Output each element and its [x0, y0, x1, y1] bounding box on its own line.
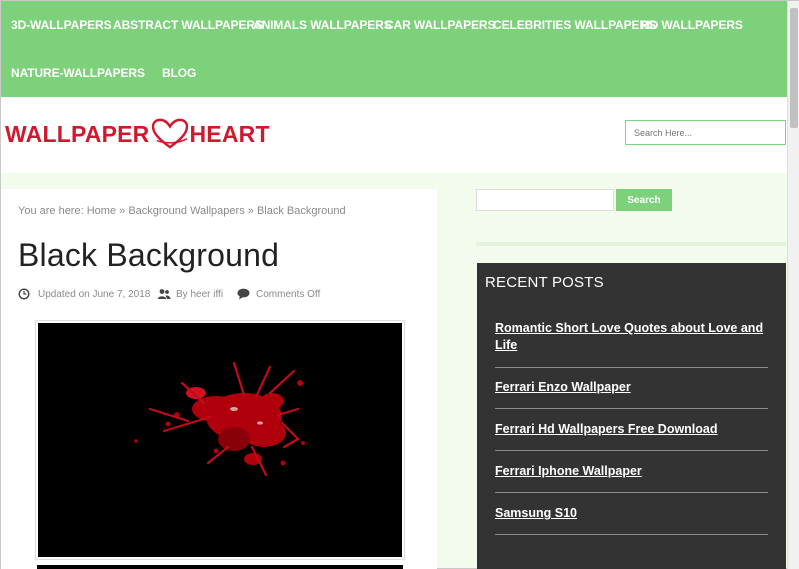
- nav-item-hd-wallpapers[interactable]: HD WALLPAPERS: [641, 18, 743, 32]
- recent-post-link[interactable]: Romantic Short Love Quotes about Love an…: [495, 320, 768, 368]
- post-comments: Comments Off: [256, 289, 321, 300]
- clock-icon: [18, 288, 30, 300]
- nav-item-nature-wallpapers[interactable]: NATURE-WALLPAPERS: [11, 66, 145, 80]
- nav-item-car-wallpapers[interactable]: CAR WALLPAPERS: [385, 18, 495, 32]
- sidebar-divider: [476, 242, 786, 246]
- red-paint-splash-graphic: [134, 361, 305, 477]
- breadcrumb: You are here: Home » Background Wallpape…: [18, 205, 346, 217]
- post-author: By heer iffi: [176, 289, 224, 300]
- main-navigation: 3D-WALLPAPERS ABSTRACT WALLPAPERS ANIMAL…: [1, 1, 787, 97]
- site-header: WALLPAPER HEART: [1, 97, 787, 173]
- breadcrumb-category-link[interactable]: Background Wallpapers: [128, 205, 244, 217]
- scrollbar-thumb[interactable]: [790, 8, 798, 128]
- recent-post-link[interactable]: Ferrari Iphone Wallpaper: [495, 463, 768, 493]
- sidebar-search-button[interactable]: Search: [616, 189, 672, 211]
- nav-item-animals-wallpapers[interactable]: ANIMALS WALLPAPERS: [253, 18, 392, 32]
- comment-icon: [237, 288, 250, 300]
- breadcrumb-separator: »: [247, 205, 254, 217]
- logo-text-left: WALLPAPER: [5, 120, 150, 147]
- post-updated-meta: Updated on June 7, 2018: [18, 288, 151, 300]
- recent-post-link[interactable]: Ferrari Hd Wallpapers Free Download: [495, 421, 768, 451]
- nav-item-abstract-wallpapers[interactable]: ABSTRACT WALLPAPERS: [113, 18, 263, 32]
- recent-post-link[interactable]: Ferrari Enzo Wallpaper: [495, 379, 768, 409]
- recent-post-link[interactable]: Samsung S10: [495, 505, 768, 535]
- recent-posts-title: RECENT POSTS: [485, 274, 604, 291]
- post-comments-meta: Comments Off: [237, 288, 321, 300]
- nav-item-blog[interactable]: BLOG: [162, 66, 196, 80]
- heart-icon: [152, 118, 189, 149]
- users-icon: [157, 289, 171, 299]
- featured-image[interactable]: [35, 320, 405, 560]
- sidebar-search-input[interactable]: [476, 189, 614, 211]
- nav-item-3d-wallpapers[interactable]: 3D-WALLPAPERS: [11, 18, 112, 32]
- breadcrumb-prefix: You are here:: [18, 205, 84, 217]
- logo-text-right: HEART: [189, 120, 270, 147]
- black-background-image: [38, 323, 402, 557]
- site-logo[interactable]: WALLPAPER HEART: [5, 118, 270, 149]
- breadcrumb-current: Black Background: [256, 205, 346, 217]
- post-updated-date: Updated on June 7, 2018: [38, 289, 151, 300]
- main-content: You are here: Home » Background Wallpape…: [1, 189, 437, 569]
- page-scrollbar[interactable]: [787, 1, 799, 569]
- nav-item-celebrities-wallpapers[interactable]: CELEBRITIES WALLPAPERS: [493, 18, 656, 32]
- recent-posts-widget: RECENT POSTS Romantic Short Love Quotes …: [477, 263, 786, 569]
- header-search-input[interactable]: [625, 120, 786, 145]
- second-image-top: [37, 565, 403, 569]
- post-author-meta: By heer iffi: [157, 289, 223, 300]
- breadcrumb-home-link[interactable]: Home: [87, 205, 116, 217]
- breadcrumb-separator: »: [119, 205, 126, 217]
- page-title: Black Background: [18, 237, 280, 273]
